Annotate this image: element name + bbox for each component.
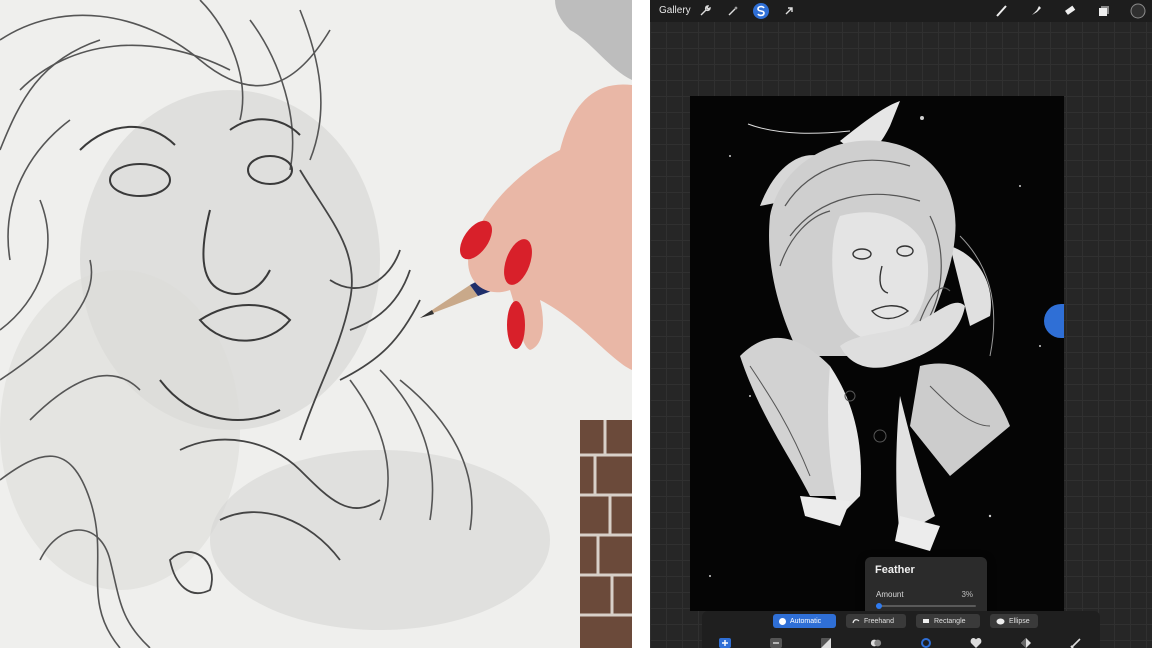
mode-automatic[interactable]: Automatic (773, 614, 836, 628)
color-swatch-icon[interactable] (1130, 3, 1146, 19)
save-load-icon[interactable] (970, 638, 982, 648)
feather-icon[interactable] (920, 638, 932, 648)
amount-slider-knob[interactable] (876, 603, 882, 609)
sketch-illustration (0, 0, 632, 648)
eraser-icon[interactable] (1062, 3, 1078, 19)
rectangle-icon (923, 619, 929, 623)
amount-value: 3% (961, 590, 973, 599)
mode-rectangle-label: Rectangle (934, 617, 966, 625)
magic-wand-icon[interactable] (725, 3, 741, 19)
pencil-drawing-photo (0, 0, 632, 648)
wrench-icon[interactable] (697, 3, 713, 19)
automatic-icon (779, 617, 786, 625)
selection-icon[interactable] (753, 3, 769, 19)
mode-ellipse-label: Ellipse (1009, 617, 1030, 625)
mode-rectangle[interactable]: Rectangle (916, 614, 980, 628)
procreate-app: Gallery Feather Amount 3% Automatic Free… (650, 0, 1152, 648)
mode-automatic-label: Automatic (790, 617, 822, 625)
freehand-icon (852, 619, 860, 624)
clear-icon[interactable] (1070, 638, 1082, 648)
color-fill-icon[interactable] (1020, 638, 1032, 648)
selection-toolbar: Automatic Freehand Rectangle Ellipse (702, 611, 1100, 648)
drawing-canvas[interactable] (690, 96, 1064, 611)
subtract-icon[interactable] (770, 638, 782, 648)
add-icon[interactable] (719, 638, 731, 648)
amount-slider[interactable] (876, 603, 976, 609)
top-toolbar: Gallery (650, 0, 1152, 22)
mode-ellipse[interactable]: Ellipse (990, 614, 1038, 628)
feather-title: Feather (875, 564, 915, 576)
invert-icon[interactable] (820, 638, 832, 648)
mode-freehand-label: Freehand (864, 617, 894, 625)
transform-arrow-icon[interactable] (781, 3, 797, 19)
amount-label: Amount (876, 590, 904, 599)
layers-icon[interactable] (1096, 3, 1112, 19)
artwork-illustration (690, 96, 1064, 611)
copy-paste-icon[interactable] (870, 638, 882, 648)
mode-freehand[interactable]: Freehand (846, 614, 906, 628)
ellipse-icon (996, 618, 1005, 624)
image-divider (632, 0, 650, 648)
gallery-button[interactable]: Gallery (659, 5, 691, 16)
smudge-icon[interactable] (1028, 3, 1044, 19)
brush-icon[interactable] (994, 3, 1010, 19)
